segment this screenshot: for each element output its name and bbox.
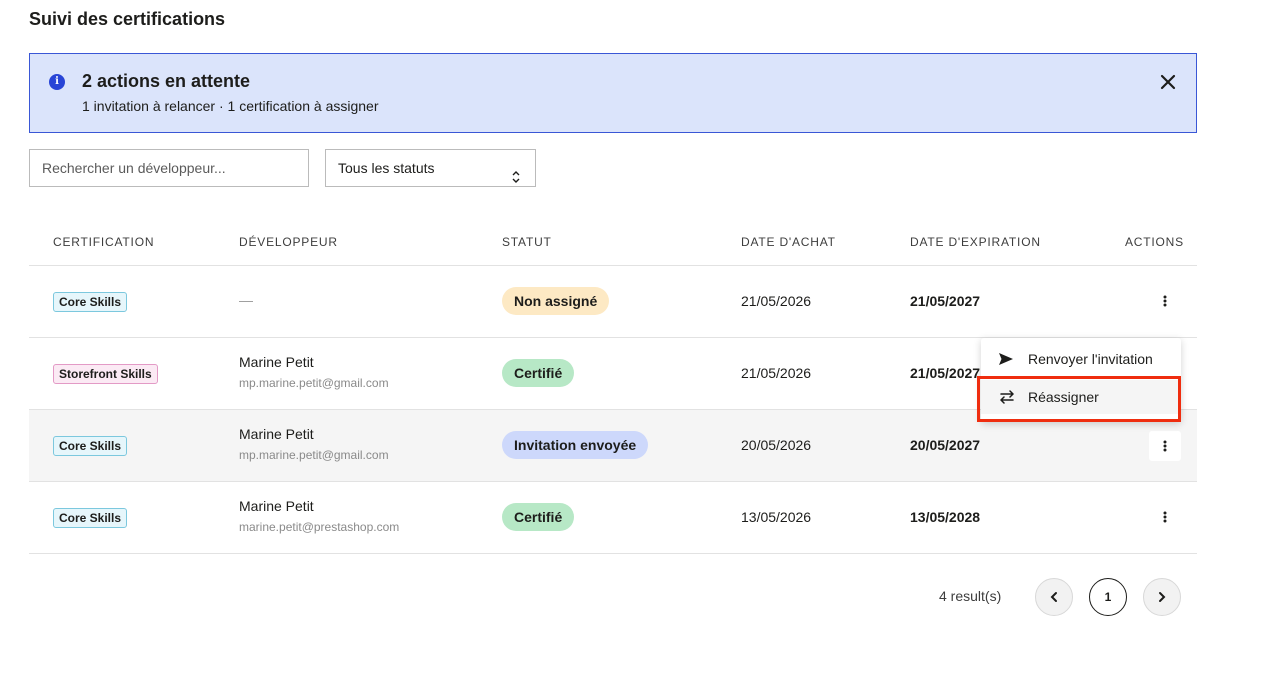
chevron-right-icon <box>1159 592 1166 602</box>
send-icon <box>998 352 1018 366</box>
developer-name: Marine Petit <box>239 354 314 370</box>
status-badge: Certifié <box>502 359 575 387</box>
alert-subtitle: 1 invitation à relancer · 1 certificatio… <box>82 98 379 114</box>
results-count: 4 result(s) <box>939 588 1002 604</box>
status-filter-value: Tous les statuts <box>338 160 435 176</box>
menu-item-label: Réassigner <box>1028 389 1099 405</box>
column-header-purchase-date: DATE D'ACHAT <box>741 235 836 249</box>
certification-badge: Core Skills <box>53 436 128 456</box>
developer-empty: — <box>239 292 253 308</box>
page-button-current[interactable]: 1 <box>1089 578 1127 616</box>
developer-email: marine.petit@prestashop.com <box>239 520 400 534</box>
actions-dropdown-menu: Renvoyer l'invitation Réassigner <box>981 338 1181 422</box>
purchase-date: 20/05/2026 <box>741 437 812 453</box>
pending-actions-alert: i 2 actions en attente 1 invitation à re… <box>29 53 1197 133</box>
status-badge: Non assigné <box>502 287 610 315</box>
next-page-button[interactable] <box>1143 578 1181 616</box>
kebab-icon <box>1163 295 1167 307</box>
menu-item-reassign[interactable]: Réassigner <box>981 380 1181 414</box>
kebab-icon <box>1163 440 1167 452</box>
chevron-left-icon <box>1050 592 1057 602</box>
certification-badge: Storefront Skills <box>53 364 158 384</box>
expiration-date: 21/05/2027 <box>910 293 981 309</box>
expiration-date: 21/05/2027 <box>910 365 981 381</box>
info-icon: i <box>49 74 65 90</box>
status-badge: Invitation envoyée <box>502 431 649 459</box>
developer-email: mp.marine.petit@gmail.com <box>239 376 389 390</box>
kebab-icon <box>1163 511 1167 523</box>
table-row: Core Skills Marine Petit marine.petit@pr… <box>29 482 1197 554</box>
column-header-actions: ACTIONS <box>1125 235 1184 249</box>
purchase-date: 21/05/2026 <box>741 293 812 309</box>
expiration-date: 13/05/2028 <box>910 509 981 525</box>
table-row: Core Skills — Non assigné 21/05/2026 21/… <box>29 266 1197 338</box>
expiration-date: 20/05/2027 <box>910 437 981 453</box>
purchase-date: 13/05/2026 <box>741 509 812 525</box>
search-input[interactable] <box>29 149 309 187</box>
alert-title: 2 actions en attente <box>82 71 251 91</box>
menu-item-resend-invitation[interactable]: Renvoyer l'invitation <box>981 342 1181 376</box>
developer-name: Marine Petit <box>239 426 314 442</box>
table-header: CERTIFICATION DÉVELOPPEUR STATUT DATE D'… <box>29 222 1197 266</box>
column-header-certification: CERTIFICATION <box>53 235 155 249</box>
certification-badge: Core Skills <box>53 292 128 312</box>
close-icon[interactable] <box>1158 72 1178 92</box>
developer-email: mp.marine.petit@gmail.com <box>239 448 389 462</box>
menu-item-label: Renvoyer l'invitation <box>1028 351 1153 367</box>
column-header-status: STATUT <box>502 235 552 249</box>
page-title: Suivi des certifications <box>29 9 226 29</box>
status-badge: Certifié <box>502 503 575 531</box>
chevron-updown-icon <box>511 161 521 183</box>
more-actions-button[interactable] <box>1149 431 1181 461</box>
swap-arrows-icon <box>998 390 1018 404</box>
developer-name: Marine Petit <box>239 498 314 514</box>
more-actions-button[interactable] <box>1149 286 1181 316</box>
status-filter-select[interactable]: Tous les statuts <box>325 149 536 187</box>
column-header-developer: DÉVELOPPEUR <box>239 235 338 249</box>
certification-badge: Core Skills <box>53 508 128 528</box>
purchase-date: 21/05/2026 <box>741 365 812 381</box>
column-header-expiration-date: DATE D'EXPIRATION <box>910 235 1041 249</box>
previous-page-button[interactable] <box>1035 578 1073 616</box>
more-actions-button[interactable] <box>1149 502 1181 532</box>
